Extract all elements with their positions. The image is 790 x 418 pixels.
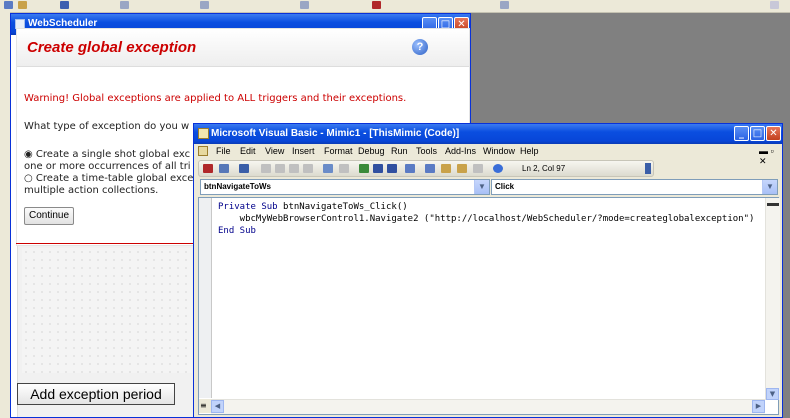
vb-window-title: Microsoft Visual Basic - Mimic1 - [ThisM… [211, 128, 460, 139]
menu-add-ins[interactable]: Add-Ins [445, 146, 476, 156]
object-combo[interactable]: btnNavigateToWs ▼ [200, 179, 490, 195]
run-icon[interactable] [359, 164, 369, 173]
help-icon[interactable] [493, 164, 503, 173]
code-keyword: Private Sub [218, 202, 278, 212]
menu-view[interactable]: View [265, 146, 284, 156]
add-exception-period-button[interactable]: Add exception period [17, 383, 175, 405]
scroll-right-icon[interactable]: ▶ [752, 400, 765, 413]
menu-tools[interactable]: Tools [416, 146, 437, 156]
break-icon[interactable] [373, 164, 383, 173]
horizontal-scrollbar[interactable]: ◀ ▶ [211, 399, 765, 414]
procedure-view-toggle[interactable]: ≡ [199, 399, 211, 413]
view-object-icon[interactable] [203, 164, 213, 173]
continue-button[interactable]: Continue [24, 207, 74, 225]
page-title: Create global exception [27, 39, 197, 56]
radio-checked-icon[interactable]: ◉ [24, 149, 33, 160]
standard-toolbar: Ln 2, Col 97 [198, 160, 654, 177]
full-module-view-icon[interactable]: ≡ [200, 401, 207, 410]
save-icon[interactable] [239, 164, 249, 173]
menu-run[interactable]: Run [391, 146, 408, 156]
menu-bar: File Edit View Insert Format Debug Run T… [194, 144, 782, 166]
code-combos: btnNavigateToWs ▼ Click ▼ [194, 178, 782, 196]
vb-editor-window: Microsoft Visual Basic - Mimic1 - [ThisM… [193, 123, 783, 418]
cut-icon[interactable] [261, 164, 271, 173]
host-toolbar [0, 0, 790, 13]
menu-file[interactable]: File [216, 146, 231, 156]
close-button[interactable]: ✕ [766, 126, 781, 141]
toolbar-icon[interactable] [18, 1, 27, 9]
warning-text: Warning! Global exceptions are applied t… [24, 93, 407, 104]
chevron-down-icon[interactable]: ▼ [474, 180, 489, 194]
help-icon[interactable]: ? [412, 39, 428, 55]
project-explorer-icon[interactable] [425, 164, 435, 173]
toolbar-icon[interactable] [4, 1, 13, 9]
toolbar-icon[interactable] [200, 1, 209, 9]
maximize-button[interactable]: □ [750, 126, 765, 141]
code-sub-name: btnNavigateToWs_Click() [277, 202, 408, 212]
undo-icon[interactable] [323, 164, 333, 173]
option-single-shot-desc: one or more occurrences of all tri [24, 161, 191, 172]
toolbar-icon[interactable] [60, 1, 69, 9]
procedure-combo-value: Click [495, 182, 515, 191]
properties-icon[interactable] [441, 164, 451, 173]
cursor-position: Ln 2, Col 97 [522, 164, 566, 173]
menu-format[interactable]: Format [324, 146, 353, 156]
object-browser-icon[interactable] [457, 164, 467, 173]
copy-icon[interactable] [275, 164, 285, 173]
menu-insert[interactable]: Insert [292, 146, 315, 156]
host-left-edge [0, 12, 10, 418]
toolbar-options-icon[interactable] [645, 163, 651, 174]
option-time-table-label: Create a time-table global exce [35, 173, 194, 184]
minimize-button[interactable]: _ [734, 126, 749, 141]
code-margin[interactable] [199, 198, 212, 398]
vb-titlebar[interactable]: Microsoft Visual Basic - Mimic1 - [ThisM… [194, 124, 782, 144]
reset-icon[interactable] [387, 164, 397, 173]
redo-icon[interactable] [339, 164, 349, 173]
toolbar-icon[interactable] [300, 1, 309, 9]
toolbar-icon[interactable] [372, 1, 381, 9]
code-line-navigate: wbcMyWebBrowserControl1.Navigate2 ("http… [218, 214, 755, 224]
code-editor[interactable]: Private Sub btnNavigateToWs_Click() wbcM… [198, 197, 780, 415]
schedule-grid-area[interactable] [22, 248, 192, 373]
code-text[interactable]: Private Sub btnNavigateToWs_Click() wbcM… [218, 201, 754, 237]
object-combo-value: btnNavigateToWs [204, 182, 271, 191]
toolbar-icon[interactable] [500, 1, 509, 9]
option-single-shot-label: Create a single shot global exc [35, 149, 191, 160]
scroll-down-icon[interactable]: ▼ [766, 388, 779, 400]
document-icon[interactable] [198, 146, 208, 156]
option-time-table[interactable]: ○ Create a time-table global exce [24, 173, 193, 185]
vb-app-icon [198, 128, 209, 139]
option-time-table-desc: multiple action collections. [24, 185, 159, 196]
menu-help[interactable]: Help [520, 146, 539, 156]
divider [16, 243, 206, 244]
menu-edit[interactable]: Edit [240, 146, 256, 156]
find-icon[interactable] [303, 164, 313, 173]
restore-doc-icon[interactable]: ▬ ▫ ✕ [759, 146, 782, 167]
scroll-thumb[interactable] [767, 203, 779, 206]
panel-header: Create global exception ? [17, 29, 469, 67]
menu-window[interactable]: Window [483, 146, 515, 156]
vertical-scrollbar[interactable]: ▼ [765, 198, 780, 400]
question-text: What type of exception do you w [24, 121, 190, 132]
radio-unchecked-icon[interactable]: ○ [24, 173, 33, 184]
paste-icon[interactable] [289, 164, 299, 173]
procedure-combo[interactable]: Click ▼ [491, 179, 778, 195]
code-end-sub: End Sub [218, 226, 256, 236]
toolbar-icon[interactable] [770, 1, 779, 9]
chevron-down-icon[interactable]: ▼ [762, 180, 777, 194]
menu-debug[interactable]: Debug [358, 146, 385, 156]
scroll-left-icon[interactable]: ◀ [211, 400, 224, 413]
insert-module-icon[interactable] [219, 164, 229, 173]
option-single-shot[interactable]: ◉ Create a single shot global exc [24, 149, 190, 161]
toolbar-icon[interactable] [120, 1, 129, 9]
design-mode-icon[interactable] [405, 164, 415, 173]
toolbox-icon[interactable] [473, 164, 483, 173]
